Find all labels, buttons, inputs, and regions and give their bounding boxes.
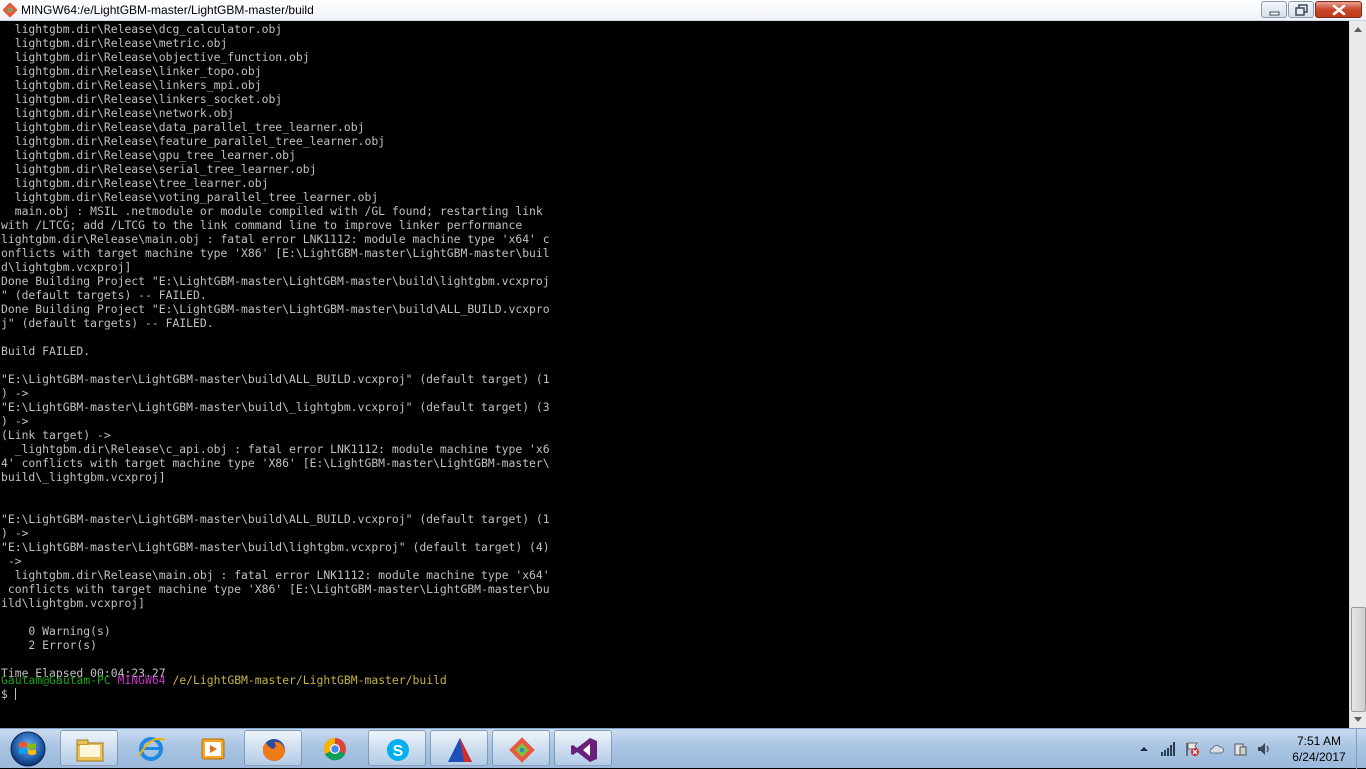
clock-time[interactable]: 7:51 AM [1284, 734, 1354, 748]
clock-date[interactable]: 6/24/2017 [1284, 750, 1354, 764]
terminal-line: "E:\LightGBM-master\LightGBM-master\buil… [1, 372, 550, 386]
taskbar-git-bash[interactable] [492, 730, 550, 766]
terminal-line: Done Building Project "E:\LightGBM-maste… [1, 274, 550, 288]
terminal-line: lightgbm.dir\Release\network.obj [1, 106, 235, 120]
onedrive-icon[interactable] [1208, 741, 1224, 757]
text-cursor [14, 688, 16, 700]
taskbar-media-player[interactable] [184, 730, 242, 766]
window-title: MINGW64:/e/LightGBM-master/LightGBM-mast… [21, 3, 314, 17]
terminal-line: Build FAILED. [1, 344, 91, 358]
terminal-line: ) -> [1, 386, 29, 400]
terminal-line: build\_lightgbm.vcxproj] [1, 470, 166, 484]
terminal-line: lightgbm.dir\Release\gpu_tree_learner.ob… [1, 148, 296, 162]
media-player-icon [201, 738, 225, 760]
terminal-line: "E:\LightGBM-master\LightGBM-master\buil… [1, 512, 550, 526]
chrome-icon [323, 737, 346, 761]
system-tray [1134, 729, 1284, 769]
terminal-line: "E:\LightGBM-master\LightGBM-master\buil… [1, 400, 550, 414]
terminal-line: lightgbm.dir\Release\metric.obj [1, 36, 228, 50]
close-button[interactable] [1315, 1, 1362, 18]
title-bar[interactable]: MINGW64:/e/LightGBM-master/LightGBM-mast… [0, 0, 1366, 21]
terminal-line: lightgbm.dir\Release\main.obj : fatal er… [1, 568, 550, 582]
git-icon [509, 737, 535, 763]
terminal-line: lightgbm.dir\Release\objective_function.… [1, 50, 310, 64]
taskbar-skype[interactable]: S [368, 730, 426, 766]
taskbar-visual-studio[interactable] [554, 730, 612, 766]
git-bash-icon [3, 3, 17, 17]
terminal-line: lightgbm.dir\Release\linker_topo.obj [1, 64, 262, 78]
terminal-line: lightgbm.dir\Release\data_parallel_tree_… [1, 120, 365, 134]
terminal-line: -> [1, 554, 22, 568]
scrollbar-thumb[interactable] [1351, 607, 1366, 712]
network-icon[interactable] [1160, 741, 1176, 757]
terminal-output[interactable]: lightgbm.dir\Release\dcg_calculator.obj … [0, 21, 1348, 728]
terminal-line: lightgbm.dir\Release\linkers_mpi.obj [1, 78, 262, 92]
terminal-line: _lightgbm.dir\Release\c_api.obj : fatal … [1, 442, 550, 456]
terminal-line: 0 Warning(s) [1, 624, 111, 638]
ie-icon [138, 737, 166, 761]
terminal-line: d\lightgbm.vcxproj] [1, 260, 132, 274]
firefox-icon [262, 739, 285, 761]
terminal-line: lightgbm.dir\Release\tree_learner.obj [1, 176, 269, 190]
device-icon[interactable] [1232, 741, 1248, 757]
terminal-line: lightgbm.dir\Release\dcg_calculator.obj [1, 22, 283, 36]
prompt-symbol: $ [1, 687, 15, 701]
start-button[interactable] [6, 730, 52, 767]
terminal-line: Done Building Project "E:\LightGBM-maste… [1, 302, 550, 316]
cmake-icon [448, 738, 472, 762]
scroll-up-icon[interactable] [1350, 21, 1366, 38]
volume-icon[interactable] [1256, 741, 1272, 757]
skype-icon: S [387, 739, 409, 761]
minimize-icon [1269, 11, 1280, 16]
terminal-line: ) -> [1, 526, 29, 540]
terminal-line: conflicts with target machine type 'X86'… [1, 582, 550, 596]
close-icon [1332, 4, 1346, 16]
terminal-line: 4' conflicts with target machine type 'X… [1, 456, 550, 470]
show-desktop-button[interactable] [1356, 729, 1366, 769]
command-input[interactable]: $ [1, 687, 16, 701]
taskbar-internet-explorer[interactable] [122, 730, 180, 766]
taskbar: S 7:51 AM 6/24/2017 [0, 728, 1366, 769]
vertical-scrollbar[interactable] [1349, 21, 1366, 728]
terminal-line: j" (default targets) -- FAILED. [1, 316, 214, 330]
terminal-line: onflicts with target machine type 'X86' … [1, 246, 550, 260]
svg-text:S: S [393, 743, 404, 760]
terminal-line: lightgbm.dir\Release\main.obj : fatal er… [1, 232, 550, 246]
terminal-line: lightgbm.dir\Release\feature_parallel_tr… [1, 134, 386, 148]
maximize-button[interactable] [1288, 1, 1314, 18]
taskbar-firefox[interactable] [244, 730, 302, 766]
prompt-line: Gautam@Gautam-PC MINGW64 /e/LightGBM-mas… [1, 673, 447, 687]
terminal-line: lightgbm.dir\Release\serial_tree_learner… [1, 162, 317, 176]
terminal-window: MINGW64:/e/LightGBM-master/LightGBM-mast… [0, 0, 1366, 728]
minimize-button[interactable] [1261, 1, 1287, 18]
terminal-line: ild\lightgbm.vcxproj] [1, 596, 146, 610]
folder-icon [76, 739, 104, 762]
prompt-shell: MINGW64 [117, 673, 166, 687]
terminal-line: 2 Error(s) [1, 638, 98, 652]
terminal-line: "E:\LightGBM-master\LightGBM-master\buil… [1, 540, 550, 554]
security-flag-icon[interactable] [1184, 741, 1200, 757]
terminal-line: (Link target) -> [1, 428, 111, 442]
show-hidden-icons-icon[interactable] [1136, 741, 1152, 757]
taskbar-file-explorer[interactable] [60, 730, 118, 766]
prompt-path: /e/LightGBM-master/LightGBM-master/build [172, 673, 447, 687]
terminal-line: lightgbm.dir\Release\voting_parallel_tre… [1, 190, 379, 204]
prompt-user-host: Gautam@Gautam-PC [1, 673, 111, 687]
restore-icon [1295, 4, 1308, 16]
taskbar-chrome[interactable] [306, 730, 364, 766]
terminal-line: main.obj : MSIL .netmodule or module com… [1, 204, 543, 218]
terminal-line: " (default targets) -- FAILED. [1, 288, 207, 302]
scroll-down-icon[interactable] [1350, 711, 1366, 728]
terminal-line: lightgbm.dir\Release\linkers_socket.obj [1, 92, 283, 106]
terminal-line: with /LTCG; add /LTCG to the link comman… [1, 218, 523, 232]
terminal-line: ) -> [1, 414, 29, 428]
taskbar-cmake-gui[interactable] [430, 730, 488, 766]
visual-studio-icon [571, 738, 597, 762]
